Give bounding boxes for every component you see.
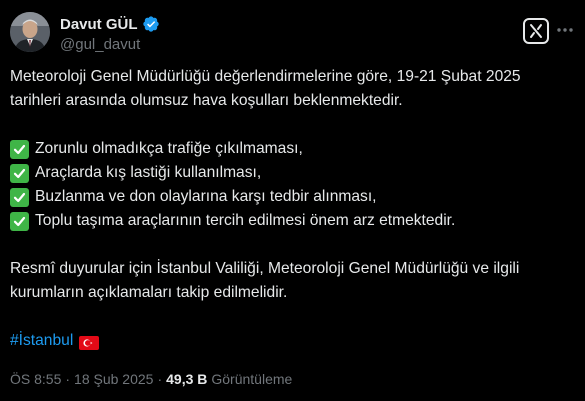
tweet-header: Davut GÜL @gul_davut xyxy=(10,10,575,56)
turkey-flag-icon xyxy=(79,334,100,350)
verified-badge-icon[interactable] xyxy=(142,15,160,33)
list-item: Toplu taşıma araçlarının tercih edilmesi… xyxy=(10,209,570,233)
tweet-closing: Resmî duyurular için İstanbul Valiliği, … xyxy=(10,260,520,301)
tweet-intro: Meteoroloji Genel Müdürlüğü değerlendirm… xyxy=(10,68,521,109)
author-display-name[interactable]: Davut GÜL xyxy=(60,16,138,33)
more-options-icon[interactable] xyxy=(555,20,575,40)
check-mark-icon xyxy=(10,139,29,159)
hashtag-row: #İstanbul xyxy=(10,329,570,353)
list-item-text: Zorunlu olmadıkça trafiğe çıkılmaması, xyxy=(35,140,303,157)
avatar-image xyxy=(10,12,50,52)
list-item-text: Toplu taşıma araçlarının tercih edilmesi… xyxy=(35,212,456,229)
check-mark-icon xyxy=(10,211,29,231)
list-item-text: Araçlarda kış lastiği kullanılması, xyxy=(35,164,262,181)
tweet-date[interactable]: 18 Şub 2025 xyxy=(74,371,153,387)
list-item-text: Buzlanma ve don olaylarına karşı tedbir … xyxy=(35,188,377,205)
tweet-meta: ÖS 8:55 · 18 Şub 2025 · 49,3 B Görüntüle… xyxy=(10,371,292,387)
list-item: Araçlarda kış lastiği kullanılması, xyxy=(10,161,570,185)
views-count: 49,3 B xyxy=(166,371,208,387)
hashtag-link[interactable]: #İstanbul xyxy=(10,329,73,353)
author-handle[interactable]: @gul_davut xyxy=(60,36,160,53)
check-mark-icon xyxy=(10,163,29,183)
meta-separator: · xyxy=(65,371,71,387)
list-item: Buzlanma ve don olaylarına karşı tedbir … xyxy=(10,185,570,209)
avatar[interactable] xyxy=(10,12,50,52)
check-mark-icon xyxy=(10,187,29,207)
tweet-text: Meteoroloji Genel Müdürlüğü değerlendirm… xyxy=(10,65,570,353)
views-label: Görüntüleme xyxy=(211,371,293,387)
tweet-time[interactable]: ÖS 8:55 xyxy=(10,371,61,387)
list-item: Zorunlu olmadıkça trafiğe çıkılmaması, xyxy=(10,137,570,161)
meta-separator: · xyxy=(157,371,163,387)
grok-icon[interactable] xyxy=(523,18,549,44)
